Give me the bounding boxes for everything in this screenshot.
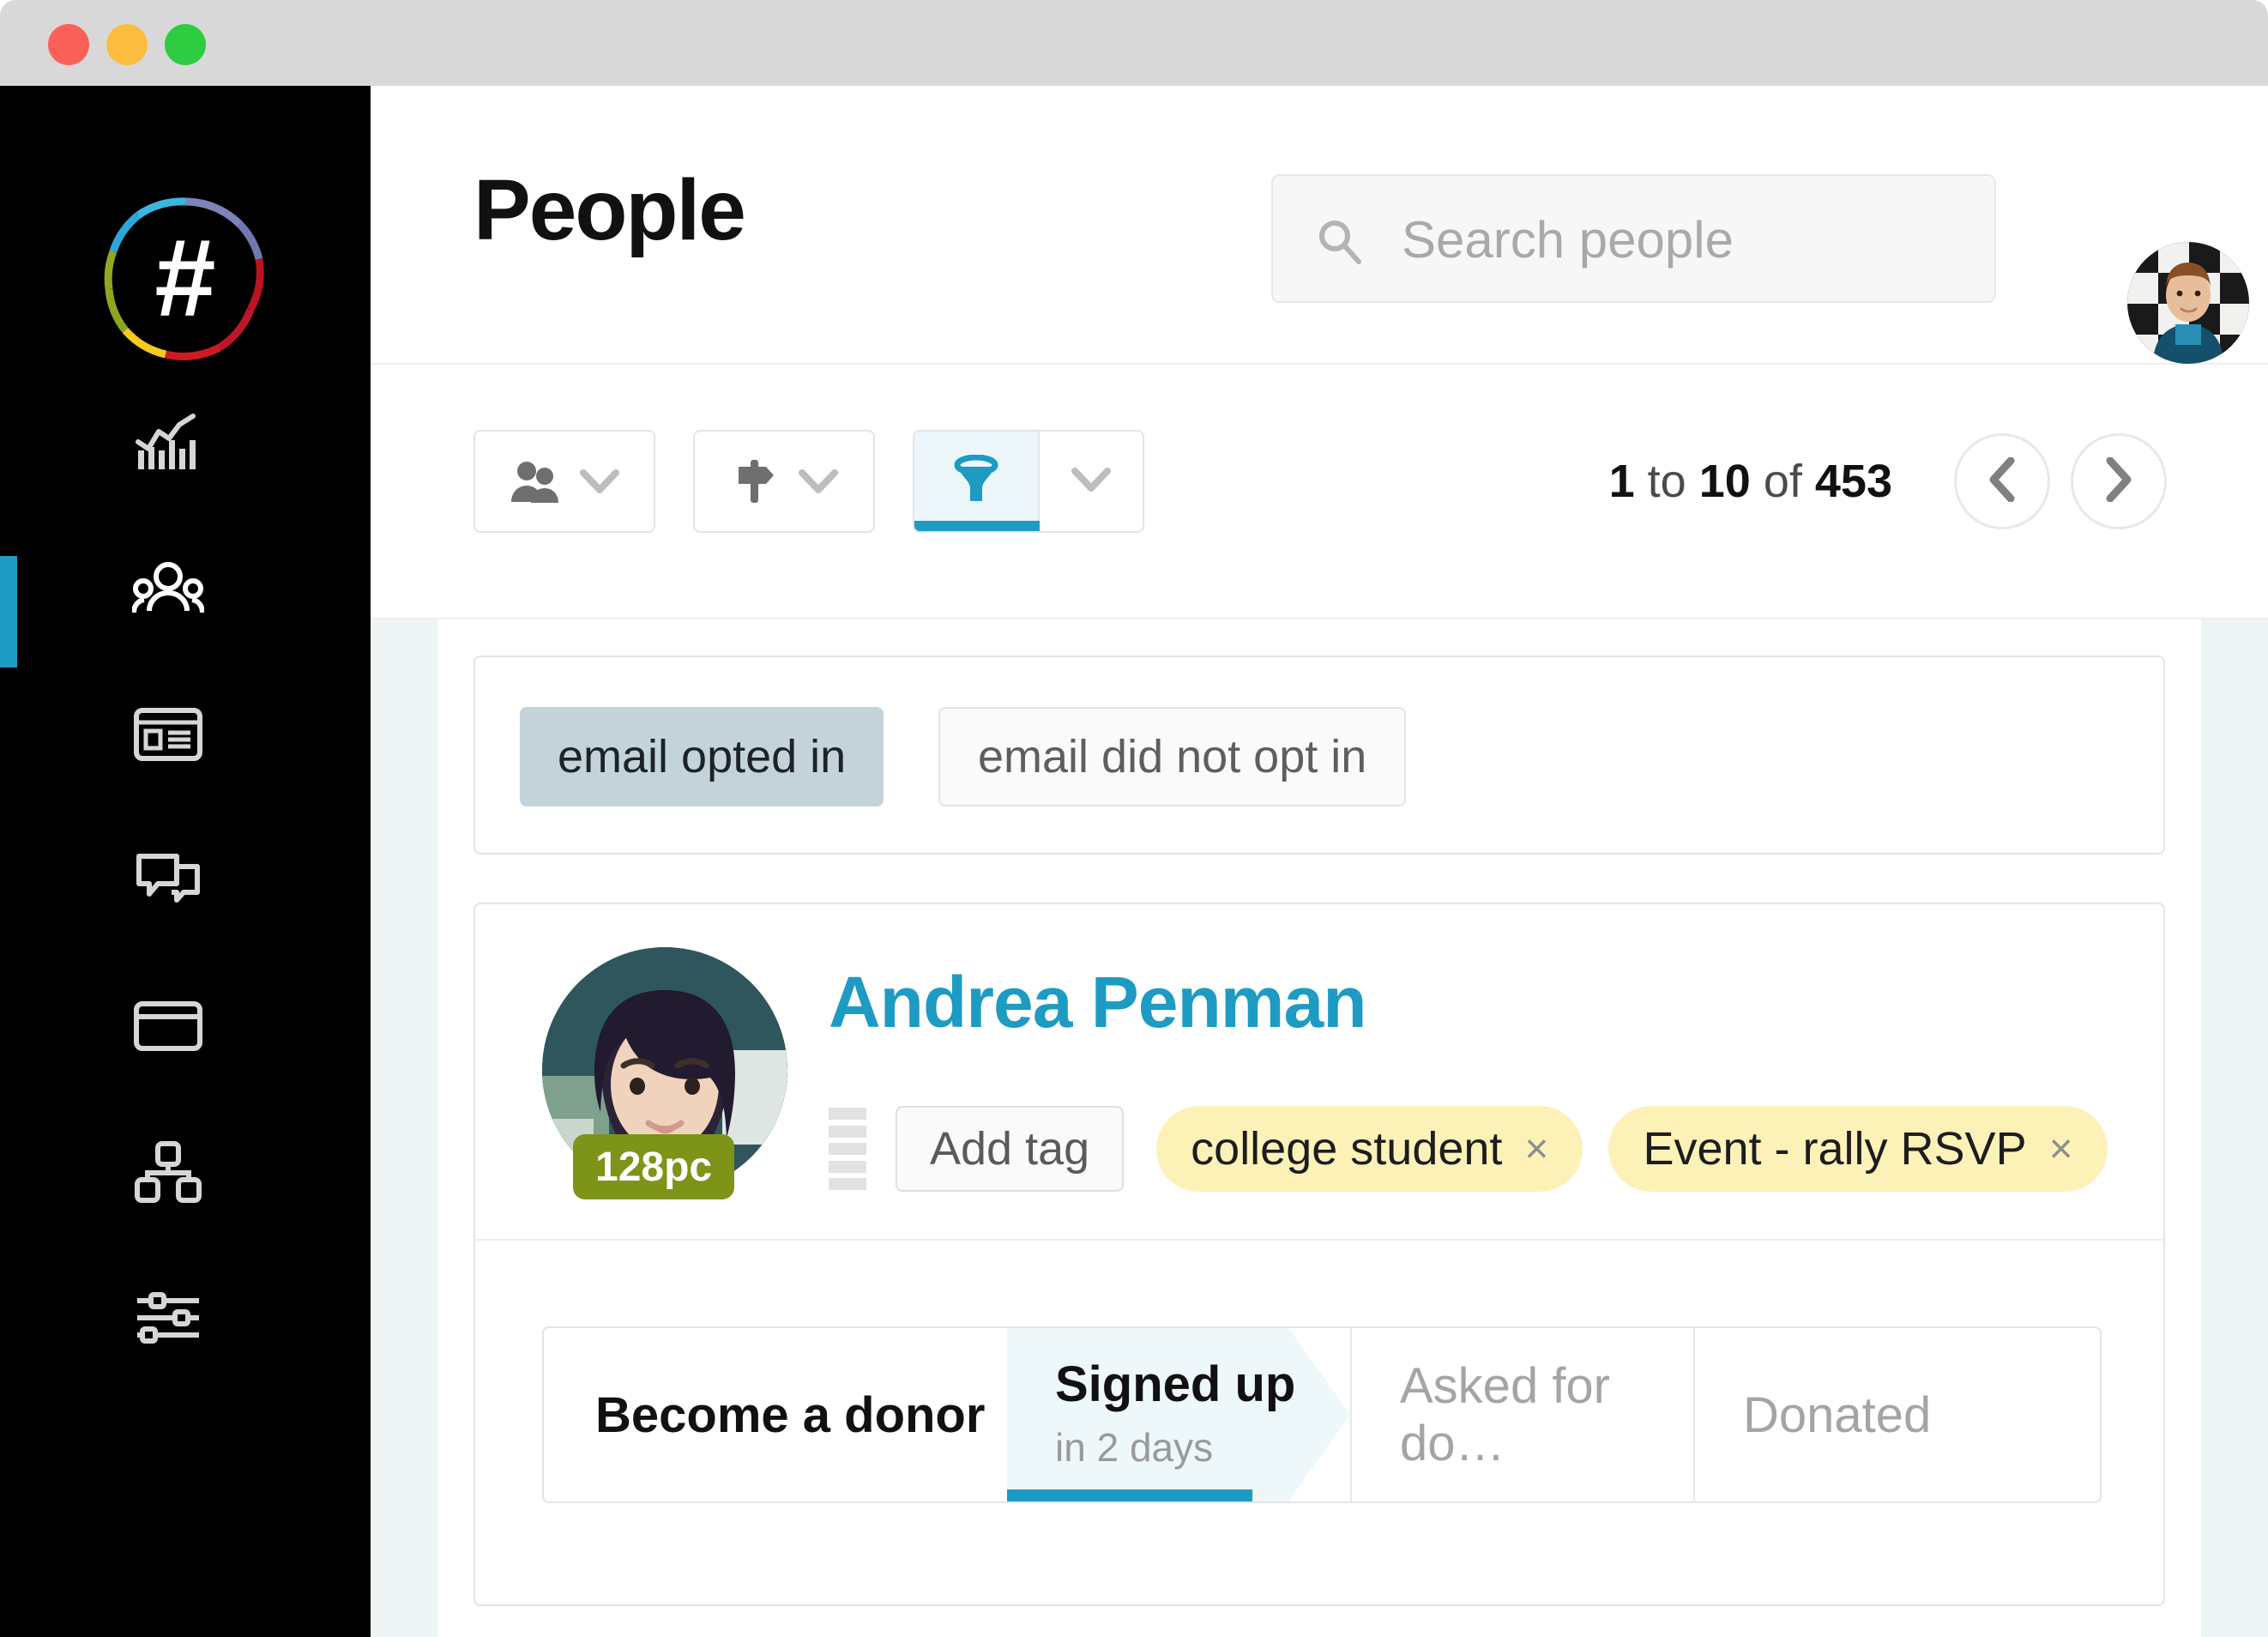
range-total: 453 bbox=[1814, 456, 1892, 507]
funnel-icon bbox=[953, 454, 999, 509]
funnel-filter-button[interactable] bbox=[914, 432, 1040, 531]
content-area: email opted in email did not opt in 128p… bbox=[371, 619, 2268, 1637]
filter-toolbar: 1 to 10 of 453 bbox=[371, 365, 2268, 619]
org-chart-icon bbox=[130, 1134, 206, 1210]
pagination: 1 to 10 of 453 bbox=[1609, 430, 2167, 533]
window-titlebar bbox=[0, 0, 2268, 86]
chat-bubbles-icon bbox=[130, 843, 206, 918]
pipeline-stage-donated[interactable]: Donated bbox=[1693, 1328, 2054, 1501]
chevron-down-icon bbox=[799, 468, 838, 494]
pipeline-progress: Become a donor Signed up in 2 days Asked… bbox=[542, 1326, 2102, 1503]
app-window: # People Search people 1 to 10 of 453 em… bbox=[0, 0, 2268, 1637]
people-filter-button[interactable] bbox=[474, 430, 655, 533]
main-area: People Search people 1 to 10 of 453 emai… bbox=[371, 86, 2268, 1637]
person-card-header: 128pc Andrea Penman Add tag college stud… bbox=[475, 904, 2163, 1241]
page-title: People bbox=[474, 162, 746, 258]
drag-handle-icon[interactable] bbox=[829, 1108, 866, 1190]
sidebar-active-indicator bbox=[0, 556, 17, 667]
news-article-icon bbox=[130, 697, 206, 772]
sidebar-item-settings[interactable] bbox=[0, 1244, 371, 1390]
search-input[interactable]: Search people bbox=[1271, 174, 1996, 303]
chevron-down-icon bbox=[580, 468, 619, 494]
chevron-down-icon bbox=[1071, 467, 1111, 497]
add-tag-button[interactable]: Add tag bbox=[896, 1106, 1125, 1192]
credit-card-icon bbox=[130, 988, 206, 1064]
pipeline-label: Become a donor bbox=[595, 1386, 986, 1443]
person-name-link[interactable]: Andrea Penman bbox=[829, 966, 1367, 1038]
search-icon bbox=[1319, 220, 1361, 264]
signpost-icon bbox=[730, 458, 780, 504]
tag-label: college student bbox=[1191, 1123, 1503, 1175]
people-group-icon bbox=[130, 551, 206, 626]
person-card: 128pc Andrea Penman Add tag college stud… bbox=[474, 903, 2165, 1606]
maximize-window-button[interactable] bbox=[165, 24, 206, 65]
sliders-settings-icon bbox=[130, 1280, 206, 1356]
funnel-filter-button-group[interactable] bbox=[913, 430, 1144, 533]
funnel-active-underline bbox=[914, 521, 1040, 531]
email-opt-filter-panel: email opted in email did not opt in bbox=[474, 655, 2165, 855]
search-placeholder: Search people bbox=[1402, 211, 1734, 269]
next-page-button[interactable] bbox=[2071, 433, 2167, 529]
people-icon bbox=[510, 459, 561, 504]
sidebar-item-pages[interactable] bbox=[0, 661, 371, 806]
funnel-filter-dropdown[interactable] bbox=[1040, 432, 1143, 531]
remove-tag-icon[interactable]: × bbox=[2049, 1126, 2073, 1173]
sidebar-item-people[interactable] bbox=[0, 515, 371, 667]
sidebar-item-analytics[interactable] bbox=[0, 369, 371, 515]
analytics-chart-icon bbox=[130, 405, 206, 480]
chevron-left-icon bbox=[1988, 456, 2016, 506]
filter-option-email-opted-in[interactable]: email opted in bbox=[520, 707, 884, 806]
pipeline-stage-asked-for-donation[interactable]: Asked for do… bbox=[1350, 1328, 1693, 1501]
chevron-right-icon bbox=[2105, 456, 2132, 506]
content-inner: email opted in email did not opt in 128p… bbox=[437, 619, 2201, 1637]
avatar[interactable] bbox=[2127, 242, 2249, 364]
user-avatar-photo bbox=[2127, 242, 2249, 364]
tag-pill[interactable]: college student × bbox=[1156, 1106, 1583, 1192]
sidebar-item-messages[interactable] bbox=[0, 806, 371, 952]
pipeline-stage-title: Signed up bbox=[1055, 1356, 1296, 1412]
signpost-filter-button[interactable] bbox=[693, 430, 875, 533]
sidebar: # bbox=[0, 86, 371, 1637]
range-end: 10 bbox=[1698, 456, 1751, 507]
pipeline-stage-signed-up[interactable]: Signed up in 2 days bbox=[1007, 1328, 1350, 1501]
remove-tag-icon[interactable]: × bbox=[1524, 1126, 1548, 1173]
range-start: 1 bbox=[1608, 456, 1635, 507]
tag-label: Event - rally RSVP bbox=[1643, 1123, 2027, 1175]
pipeline-stage-subtitle: in 2 days bbox=[1055, 1425, 1214, 1471]
sidebar-item-structure[interactable] bbox=[0, 1098, 371, 1244]
range-to-label: to bbox=[1647, 456, 1686, 507]
pipeline-active-underline bbox=[1007, 1489, 1252, 1501]
app-logo[interactable]: # bbox=[100, 193, 271, 365]
page-header: People Search people bbox=[371, 86, 2268, 365]
prev-page-button[interactable] bbox=[1954, 433, 2050, 529]
logo-hash-glyph: # bbox=[154, 217, 216, 340]
tag-row: Add tag college student × Event - rally … bbox=[829, 1103, 2133, 1194]
tag-pill[interactable]: Event - rally RSVP × bbox=[1608, 1106, 2108, 1192]
minimize-window-button[interactable] bbox=[106, 24, 148, 65]
close-window-button[interactable] bbox=[48, 24, 89, 65]
range-of-label: of bbox=[1763, 456, 1802, 507]
person-avatar-wrap[interactable]: 128pc bbox=[542, 947, 787, 1199]
avatar-points-badge: 128pc bbox=[573, 1134, 735, 1199]
filter-option-email-did-not-opt-in[interactable]: email did not opt in bbox=[938, 707, 1407, 806]
sidebar-item-payments[interactable] bbox=[0, 952, 371, 1098]
pagination-range: 1 to 10 of 453 bbox=[1609, 455, 1892, 508]
